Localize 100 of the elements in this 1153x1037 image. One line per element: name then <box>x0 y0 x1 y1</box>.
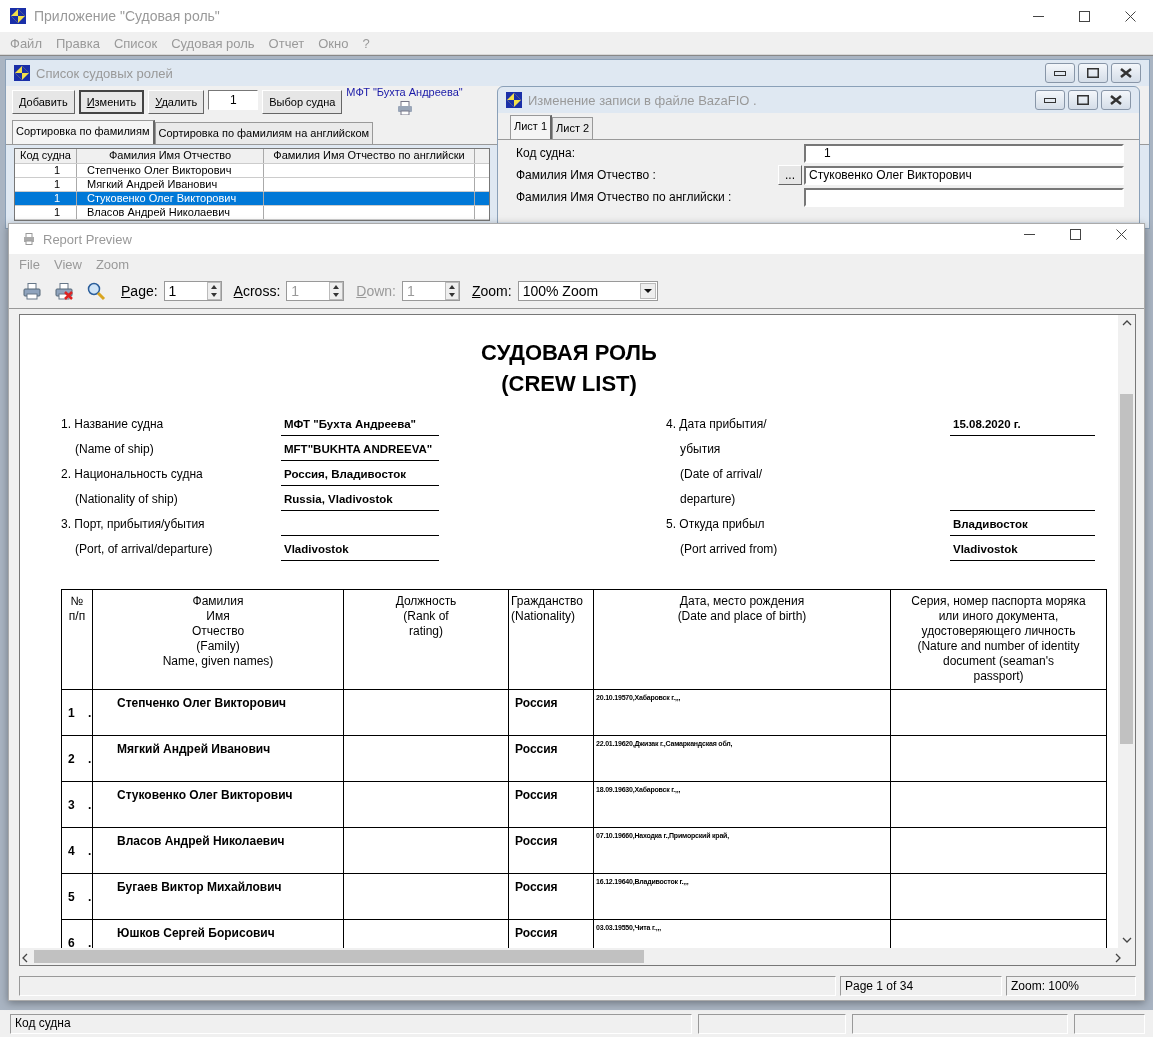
field-label: 4. Дата прибытия/ <box>666 416 768 433</box>
table-cell: 2 . <box>61 735 93 782</box>
maximize-icon <box>1078 10 1090 22</box>
window-title: Приложение "Судовая роль" <box>34 8 221 24</box>
table-cell: Стуковенко Олег Викторович <box>77 192 264 205</box>
table-row[interactable]: 1 Власов Андрей Николаевич <box>15 206 489 220</box>
field-label: Page: <box>121 283 158 299</box>
report-title: (CREW LIST) <box>500 370 638 398</box>
close-icon <box>1110 95 1122 105</box>
input-field[interactable]: 1 <box>804 143 1124 163</box>
table-row[interactable]: 1 Стуковенко Олег Викторович <box>15 192 489 206</box>
maximize-icon <box>1069 228 1081 240</box>
input-field[interactable]: Стуковенко Олег Викторович <box>804 165 1124 185</box>
maximize-button[interactable] <box>1068 90 1098 110</box>
table-cell: 4 . <box>61 827 93 874</box>
column-header: Серия, номер паспорта моряка или иного документа, удостоверяющего личность (Nature and number of identity document (seaman's passport) <box>890 589 1107 690</box>
close-button[interactable] <box>1111 63 1141 83</box>
column-header[interactable]: Фамилия Имя Отчество по английски <box>264 149 475 163</box>
status-text: Код судна <box>10 1014 692 1034</box>
scroll-thumb[interactable] <box>1120 394 1133 744</box>
tab[interactable]: Сортировка по фамилиям <box>12 120 155 144</box>
spin-arrows-icon <box>445 282 459 300</box>
close-icon <box>1120 68 1132 78</box>
column-header: Должность (Rank of rating) <box>343 589 509 690</box>
field-value: Россия, Владивосток <box>281 464 439 486</box>
window-title: Report Preview <box>43 231 133 247</box>
field-label: (Port arrived from) <box>679 541 779 558</box>
report-title: СУДОВАЯ РОЛЬ <box>480 339 658 367</box>
field-label: (Nationality of ship) <box>74 491 179 508</box>
field-label: 2. Национальность судна <box>61 466 204 483</box>
maximize-icon <box>1077 95 1089 105</box>
tab[interactable]: Сортировка по фамилиям на английском <box>154 122 374 144</box>
field-label: (Name of ship) <box>74 441 155 458</box>
table-cell: 1 <box>15 206 77 219</box>
table-cell: Россия <box>508 827 594 874</box>
table-cell: 1 . <box>61 689 93 736</box>
vertical-scrollbar[interactable] <box>1118 315 1135 948</box>
maximize-icon <box>1087 68 1099 78</box>
table-cell: Мягкий Андрей Иванович <box>92 735 344 782</box>
table-cell: Степченко Олег Викторович <box>77 164 264 177</box>
field-label: убытия <box>679 441 722 458</box>
scroll-thumb[interactable] <box>34 950 644 963</box>
status-panel <box>1074 1014 1145 1034</box>
number-field[interactable]: 1 <box>208 90 259 110</box>
maximize-button[interactable] <box>1078 63 1108 83</box>
minimize-icon <box>1054 70 1066 76</box>
table-cell: Степченко Олег Викторович <box>92 689 344 736</box>
tab[interactable]: Лист 2 <box>552 117 594 139</box>
table-cell: Власов Андрей Николаевич <box>77 206 264 219</box>
field-label: (Port, of arrival/departure) <box>74 541 214 558</box>
field-label: 3. Порт, прибытия/убытия <box>61 516 206 533</box>
close-button[interactable] <box>1101 90 1131 110</box>
table-cell: 1 <box>15 164 77 177</box>
column-header[interactable]: Код судна <box>15 149 77 163</box>
column-header: № п/п <box>61 589 93 690</box>
window-title: Список судовых ролей <box>36 65 174 81</box>
spin-field[interactable]: 1 <box>163 281 222 301</box>
table-cell: 1 <box>15 178 77 191</box>
tab[interactable]: Лист 1 <box>510 115 553 139</box>
field-label: 1. Название судна <box>61 416 165 433</box>
input-field[interactable] <box>804 187 1124 207</box>
field-value: Vladivostok <box>950 539 1095 561</box>
toolbar-button[interactable]: Удалить <box>148 90 205 114</box>
minimize-button[interactable] <box>1045 63 1075 83</box>
field-value: Vladivostok <box>281 539 439 561</box>
field-label: Код судна: <box>516 146 576 160</box>
field-label: Down: <box>356 283 396 299</box>
select-ship-button[interactable]: Выбор судна <box>262 90 343 114</box>
field-value: Владивосток <box>950 514 1095 536</box>
column-header: Гражданство (Nationality) <box>508 589 594 690</box>
field-label: Zoom: <box>472 283 512 299</box>
browse-button[interactable]: ... <box>778 165 802 185</box>
table-row[interactable]: 1 Степченко Олег Викторович <box>15 164 489 178</box>
table-cell: Россия <box>508 689 594 736</box>
toolbar-button[interactable]: Изменить <box>78 90 145 114</box>
column-header: Фамилия Имя Отчество (Family) Name, given names) <box>92 589 344 690</box>
table-cell: Россия <box>508 781 594 828</box>
column-header[interactable]: Фамилия Имя Отчество <box>77 149 264 163</box>
column-header: Дата, место рождения (Date and place of birth) <box>593 589 891 690</box>
close-icon <box>1124 10 1136 22</box>
toolbar-button[interactable]: Добавить <box>12 90 75 114</box>
printer-icon <box>396 101 413 115</box>
status-text: Page 1 of 34 <box>840 976 1002 996</box>
table-cell: Мягкий Андрей Иванович <box>77 178 264 191</box>
table-cell: Россия <box>508 735 594 782</box>
app-icon <box>14 65 30 81</box>
field-label: Across: <box>233 283 281 299</box>
field-label: 5. Откуда прибыл <box>666 516 766 533</box>
status-text: Zoom: 100% <box>1006 976 1136 996</box>
field-label: departure) <box>679 491 737 508</box>
minimize-button[interactable] <box>1035 90 1065 110</box>
table-cell: Бугаев Виктор Михайлович <box>92 873 344 920</box>
horizontal-scrollbar[interactable] <box>20 948 1135 965</box>
field-value: MFT"BUKHTA ANDREEVA" <box>281 439 439 461</box>
close-icon <box>1115 228 1127 240</box>
printer-icon <box>23 233 35 245</box>
minimize-icon <box>1044 97 1056 103</box>
app-icon <box>10 8 26 24</box>
zoom-dropdown[interactable]: 100% Zoom <box>517 281 658 301</box>
table-cell: 5 . <box>61 873 93 920</box>
